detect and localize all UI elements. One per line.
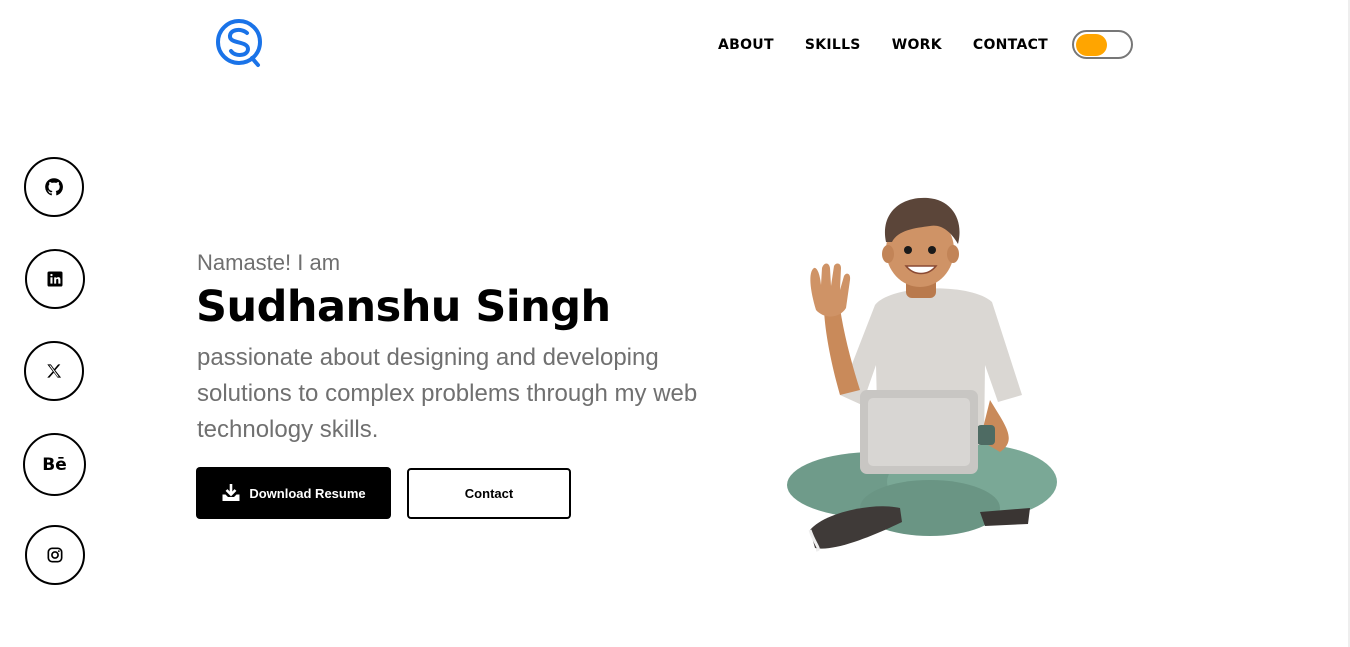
download-resume-label: Download Resume — [249, 485, 366, 501]
waving-person-with-laptop-illustration — [787, 197, 1057, 552]
behance-link[interactable]: Bē — [23, 433, 86, 496]
linkedin-icon — [47, 271, 63, 287]
nav-about[interactable]: ABOUT — [718, 35, 774, 55]
toggle-knob — [1076, 34, 1107, 56]
hero-name: Sudhanshu Singh — [196, 282, 611, 332]
behance-icon: Bē — [42, 454, 67, 475]
download-icon — [222, 484, 240, 501]
download-resume-button[interactable]: Download Resume — [196, 467, 391, 519]
github-link[interactable] — [24, 157, 84, 217]
linkedin-link[interactable] — [25, 249, 85, 309]
greeting-text: Namaste! I am — [197, 250, 341, 275]
nav-work[interactable]: WORK — [892, 35, 942, 55]
x-twitter-link[interactable] — [24, 341, 84, 401]
github-icon — [45, 178, 63, 196]
hero-tagline: passionate about designing and developin… — [197, 344, 698, 443]
instagram-icon — [47, 547, 63, 563]
nav-skills[interactable]: SKILLS — [805, 35, 861, 55]
instagram-link[interactable] — [25, 525, 85, 585]
main-nav: ABOUT SKILLS WORK CONTACT — [718, 35, 1079, 55]
theme-toggle[interactable] — [1072, 30, 1133, 59]
x-twitter-icon — [47, 364, 62, 378]
s-logo-icon — [216, 19, 262, 67]
contact-button[interactable]: Contact — [407, 468, 571, 519]
logo[interactable] — [214, 18, 266, 70]
nav-contact[interactable]: CONTACT — [973, 35, 1048, 55]
contact-button-label: Contact — [464, 486, 514, 501]
